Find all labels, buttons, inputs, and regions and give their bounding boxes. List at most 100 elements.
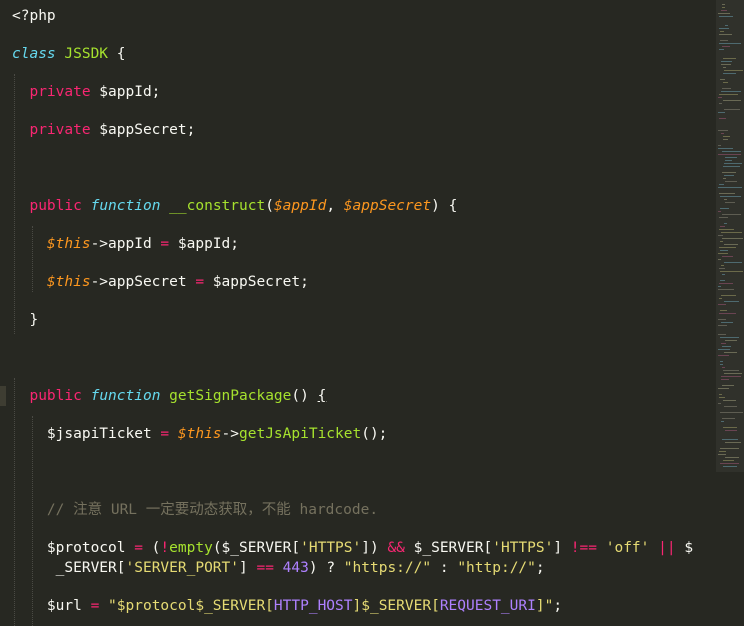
code-token: empty <box>169 540 213 556</box>
minimap-line <box>718 355 729 356</box>
code-token: $this <box>177 426 222 442</box>
code-line[interactable]: class JSSDK { <box>12 44 728 64</box>
code-token: -> <box>221 426 239 442</box>
code-token: ->appId <box>90 236 161 252</box>
code-token: 'HTTPS' <box>300 540 362 556</box>
minimap-line <box>724 109 740 110</box>
minimap-line <box>722 172 736 173</box>
code-token: || <box>658 540 676 556</box>
minimap-line <box>722 88 731 89</box>
code-token: JSSDK <box>64 46 109 62</box>
minimap-line <box>722 4 725 5</box>
minimap-line <box>719 28 729 29</box>
code-token: ) ? <box>308 560 344 576</box>
code-token: $appSecret; <box>204 274 309 290</box>
code-line[interactable]: } <box>12 310 728 330</box>
code-editor[interactable]: <?php class JSSDK { private $appId; priva… <box>0 0 744 626</box>
minimap-line <box>719 313 736 314</box>
indent-guide <box>14 74 15 334</box>
code-token: ; <box>535 560 545 576</box>
minimap-line <box>723 58 736 59</box>
minimap-line <box>725 457 739 458</box>
minimap-line <box>718 403 721 404</box>
minimap-line <box>718 154 741 155</box>
code-token: ]" <box>535 598 554 614</box>
minimap-line <box>722 238 743 239</box>
minimap-line <box>723 400 736 401</box>
code-token: $url <box>12 598 91 614</box>
code-line[interactable] <box>12 462 728 482</box>
minimap-line <box>724 244 738 245</box>
code-line[interactable]: $jsapiTicket = $this->getJsApiTicket(); <box>12 424 728 444</box>
code-line[interactable]: $protocol = (!empty($_SERVER['HTTPS']) &… <box>12 538 728 558</box>
code-line[interactable]: private $appId; <box>12 82 728 102</box>
code-token: "https://" <box>343 560 432 576</box>
code-line[interactable]: public function __construct($appId, $app… <box>12 196 728 216</box>
minimap-line <box>725 181 737 182</box>
code-line[interactable]: public function getSignPackage() { <box>12 386 728 406</box>
minimap-line <box>719 283 733 284</box>
minimap-line <box>718 349 730 350</box>
code-line[interactable] <box>12 158 728 178</box>
code-token: "http://" <box>457 560 536 576</box>
code-token: public <box>29 198 82 214</box>
code-token: $appId <box>273 198 327 214</box>
minimap-line <box>722 367 725 368</box>
minimap-line <box>718 319 726 320</box>
code-token: private <box>29 122 91 138</box>
minimap-line <box>721 10 727 11</box>
minimap-line <box>725 430 737 431</box>
minimap-line <box>723 136 730 137</box>
code-line[interactable]: _SERVER['SERVER_PORT'] == 443) ? "https:… <box>12 558 728 578</box>
code-token: ) { <box>431 198 458 214</box>
minimap-line <box>722 7 725 8</box>
minimap-line <box>719 397 725 398</box>
code-token: (); <box>361 426 388 442</box>
minimap-line <box>719 43 741 44</box>
minimap-line <box>722 214 741 215</box>
code-line[interactable]: $url = "$protocol$_SERVER[HTTP_HOST]$_SE… <box>12 596 728 616</box>
minimap-line <box>719 94 738 95</box>
code-token: $appSecret; <box>90 122 196 138</box>
code-token: () <box>291 388 318 404</box>
minimap-line <box>718 253 728 254</box>
code-line[interactable]: private $appSecret; <box>12 120 728 140</box>
code-line[interactable]: $this->appSecret = $appSecret; <box>12 272 728 292</box>
minimap-line <box>718 211 721 212</box>
minimap[interactable] <box>716 0 744 626</box>
code-token: ( <box>142 540 161 556</box>
code-token: 'HTTPS' <box>492 540 554 556</box>
minimap-line <box>723 67 726 68</box>
code-token: ; <box>553 598 563 614</box>
code-token: // 注意 URL 一定要动态获取，不能 hardcode. <box>12 502 379 518</box>
minimap-line <box>719 247 736 248</box>
code-token: getSignPackage <box>169 388 292 404</box>
minimap-line <box>725 202 735 203</box>
code-line[interactable]: // 注意 URL 一定要动态获取，不能 hardcode. <box>12 500 728 520</box>
code-line[interactable]: $this->appId = $appId; <box>12 234 728 254</box>
code-token: ]$_SERVER[ <box>352 598 440 614</box>
code-area[interactable]: <?php class JSSDK { private $appId; priva… <box>0 0 716 626</box>
minimap-line <box>719 451 726 452</box>
code-token: $appSecret <box>343 198 432 214</box>
minimap-line <box>720 79 725 80</box>
code-line[interactable]: <?php <box>12 6 728 26</box>
minimap-line <box>720 337 739 338</box>
minimap-line <box>720 280 725 281</box>
minimap-line <box>721 376 741 377</box>
code-token: ->appSecret <box>90 274 196 290</box>
code-token: = <box>195 274 205 290</box>
minimap-line <box>718 454 726 455</box>
minimap-line <box>720 241 723 242</box>
minimap-line <box>720 250 728 251</box>
minimap-line <box>722 274 725 275</box>
minimap-line <box>723 370 739 371</box>
code-line[interactable] <box>12 348 728 368</box>
minimap-line <box>724 352 737 353</box>
code-token: $this <box>46 274 91 290</box>
minimap-line <box>719 103 722 104</box>
